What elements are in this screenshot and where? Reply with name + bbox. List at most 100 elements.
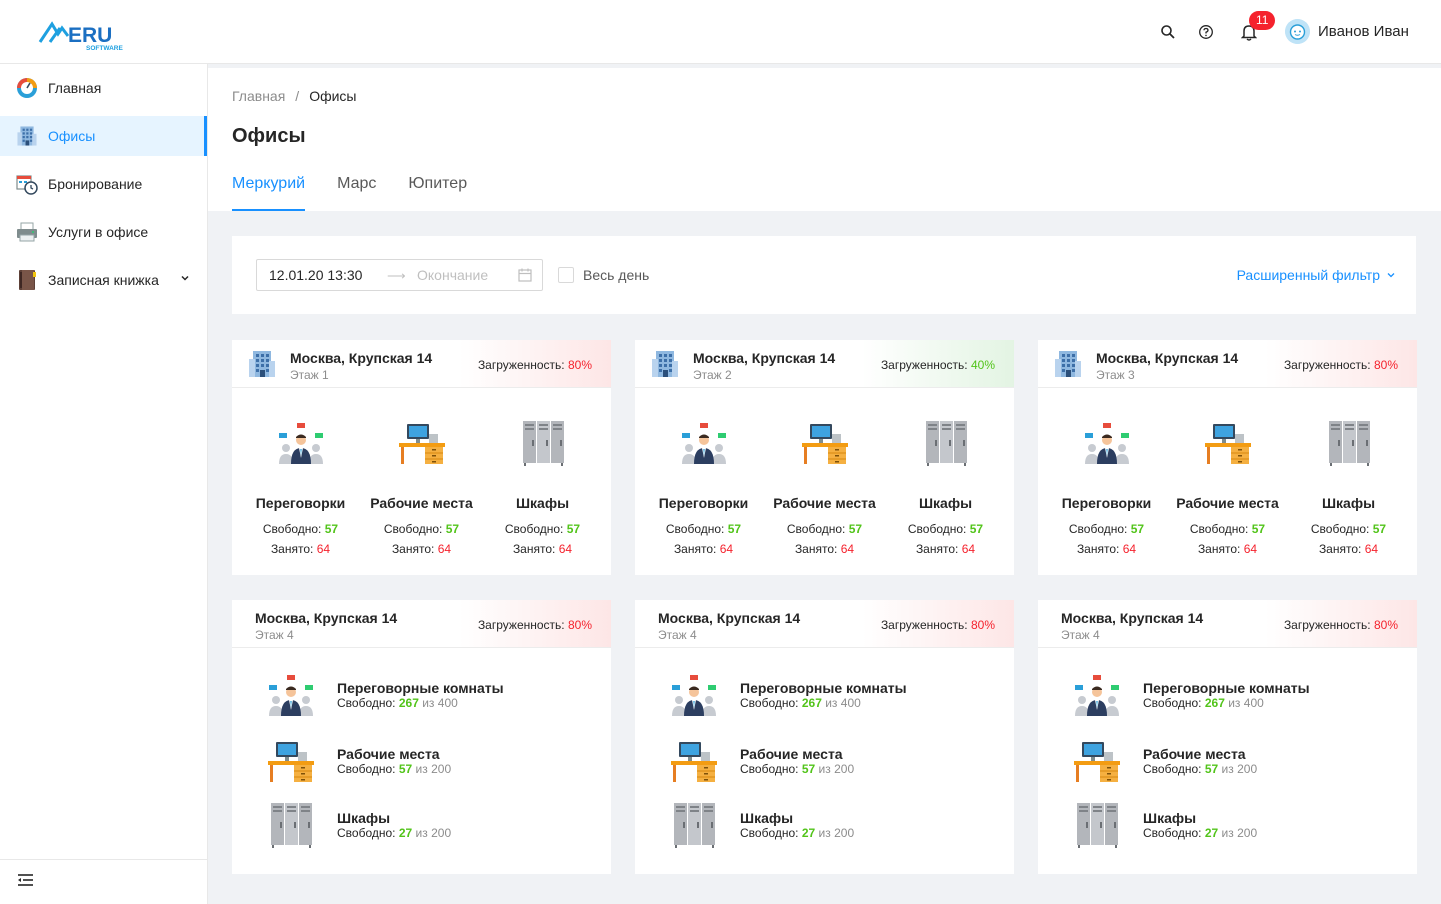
sidebar-item-booking[interactable]: Бронирование [0,164,207,204]
building-icon [652,349,678,379]
meru-logo[interactable]: ERU SOFTWARE [38,14,128,54]
free-count: 57 [969,522,984,536]
load-label: Загруженность: [880,358,971,372]
resource-row[interactable]: Переговорные комнаты Свободно: 267 из 40… [665,670,995,720]
notebook-icon [16,269,38,291]
resource-meeting[interactable]: Переговорки Свободно: 57 Занято: 64 [643,418,764,559]
resource-row[interactable]: Рабочие места Свободно: 57 из 200 [1068,736,1398,786]
of-label: из [825,696,838,710]
search-icon[interactable] [1158,22,1178,42]
busy-label: Занято: [1076,542,1123,556]
resource-row[interactable]: Шкафы Свободно: 27 из 200 [665,800,995,850]
resource-meeting[interactable]: Переговорки Свободно: 57 Занято: 64 [1046,418,1167,559]
resource-desks[interactable]: Рабочие места Свободно: 57 Занято: 64 [361,418,482,559]
resource-row[interactable]: Переговорные комнаты Свободно: 267 из 40… [262,670,592,720]
office-card-detailed[interactable]: Москва, Крупская 14 Этаж 4 Загруженность… [232,600,611,874]
free-label: Свободно: [786,522,849,536]
resource-row[interactable]: Рабочие места Свободно: 57 из 200 [665,736,995,786]
office-card[interactable]: Москва, Крупская 14 Этаж 2 Загруженность… [635,340,1014,575]
busy-count: 64 [961,542,976,556]
user-name[interactable]: Иванов Иван [1318,23,1409,40]
svg-text:ERU: ERU [68,24,112,47]
card-floor: Этаж 4 [255,628,294,642]
resource-row[interactable]: Шкафы Свободно: 27 из 200 [262,800,592,850]
sidebar-item-offices[interactable]: Офисы [0,116,207,156]
meeting-room-icon [1082,418,1132,468]
resource-row[interactable]: Переговорные комнаты Свободно: 267 из 40… [1068,670,1398,720]
all-day-checkbox[interactable] [558,267,574,283]
tabs: Меркурий Марс Юпитер [232,175,499,211]
office-card-detailed[interactable]: Москва, Крупская 14 Этаж 4 Загруженность… [1038,600,1417,874]
free-count: 57 [848,522,863,536]
free-count: 27 [1204,826,1219,840]
free-count: 57 [1130,522,1145,536]
load-label: Загруженность: [477,618,568,632]
free-label: Свободно: [1143,762,1205,776]
tab-mercury[interactable]: Меркурий [232,175,306,211]
breadcrumb: Главная / Офисы [232,88,356,104]
resource-name: Шкафы [337,810,391,826]
free-count: 57 [324,522,339,536]
load-value: 80% [1373,358,1398,372]
resource-desks[interactable]: Рабочие места Свободно: 57 Занято: 64 [1167,418,1288,559]
of-label: из [818,826,831,840]
card-address: Москва, Крупская 14 [1096,350,1239,366]
locker-icon [266,800,316,850]
office-card[interactable]: Москва, Крупская 14 Этаж 1 Загруженность… [232,340,611,575]
resource-lockers[interactable]: Шкафы Свободно: 57 Занято: 64 [482,418,603,559]
of-label: из [422,696,435,710]
resource-name: Рабочие места [1143,746,1246,762]
busy-label: Занято: [512,542,559,556]
total-count: 200 [834,762,855,776]
sidebar-item-home[interactable]: Главная [0,68,207,108]
booking-icon [16,173,38,195]
busy-count: 64 [719,542,734,556]
resource-row[interactable]: Шкафы Свободно: 27 из 200 [1068,800,1398,850]
free-count: 267 [801,696,822,710]
avatar[interactable] [1285,19,1310,44]
office-card-detailed[interactable]: Москва, Крупская 14 Этаж 4 Загруженность… [635,600,1014,874]
sidebar-item-notebook[interactable]: Записная книжка [0,260,207,300]
free-label: Свободно: [383,522,446,536]
tab-jupiter[interactable]: Юпитер [408,175,467,211]
resource-row[interactable]: Рабочие места Свободно: 57 из 200 [262,736,592,786]
resource-meeting[interactable]: Переговорки Свободно: 57 Занято: 64 [240,418,361,559]
chevron-down-icon [1386,267,1396,283]
free-label: Свободно: [1143,826,1205,840]
total-count: 400 [840,696,861,710]
date-range-picker[interactable]: 12.01.20 13:30 ⟶ Окончание [256,259,543,291]
resource-name: Рабочие места [1176,495,1279,511]
card-header: Москва, Крупская 14 Этаж 3 Загруженность… [1038,340,1417,388]
help-icon[interactable] [1196,22,1216,42]
meeting-room-icon [679,418,729,468]
resource-name: Рабочие места [370,495,473,511]
start-date-input[interactable]: 12.01.20 13:30 [269,267,362,283]
busy-count: 64 [840,542,855,556]
meeting-room-icon [276,418,326,468]
desk-icon [397,418,447,468]
end-date-input[interactable]: Окончание [417,267,488,283]
free-label: Свободно: [1189,522,1252,536]
free-label: Свободно: [1143,696,1205,710]
card-load: Загруженность: 80% [478,358,592,372]
card-address: Москва, Крупская 14 [693,350,836,366]
meeting-room-icon [1072,670,1122,720]
load-value: 80% [1373,618,1398,632]
chevron-down-icon[interactable] [179,272,191,284]
tab-mars[interactable]: Марс [337,175,376,211]
sidebar-item-services[interactable]: Услуги в офисе [0,212,207,252]
resource-lockers[interactable]: Шкафы Свободно: 57 Занято: 64 [885,418,1006,559]
calendar-icon[interactable] [518,268,532,282]
breadcrumb-home[interactable]: Главная [232,88,285,104]
menu-collapse-icon[interactable] [16,870,36,890]
all-day-label[interactable]: Весь день [583,267,649,283]
office-card[interactable]: Москва, Крупская 14 Этаж 3 Загруженность… [1038,340,1417,575]
total-count: 200 [1237,762,1258,776]
resource-desks[interactable]: Рабочие места Свободно: 57 Занято: 64 [764,418,885,559]
card-floor: Этаж 4 [1061,628,1100,642]
free-count: 27 [801,826,816,840]
resource-name: Шкафы [515,495,570,511]
desk-icon [800,418,850,468]
advanced-filter-link[interactable]: Расширенный фильтр [1237,267,1396,283]
resource-lockers[interactable]: Шкафы Свободно: 57 Занято: 64 [1288,418,1409,559]
